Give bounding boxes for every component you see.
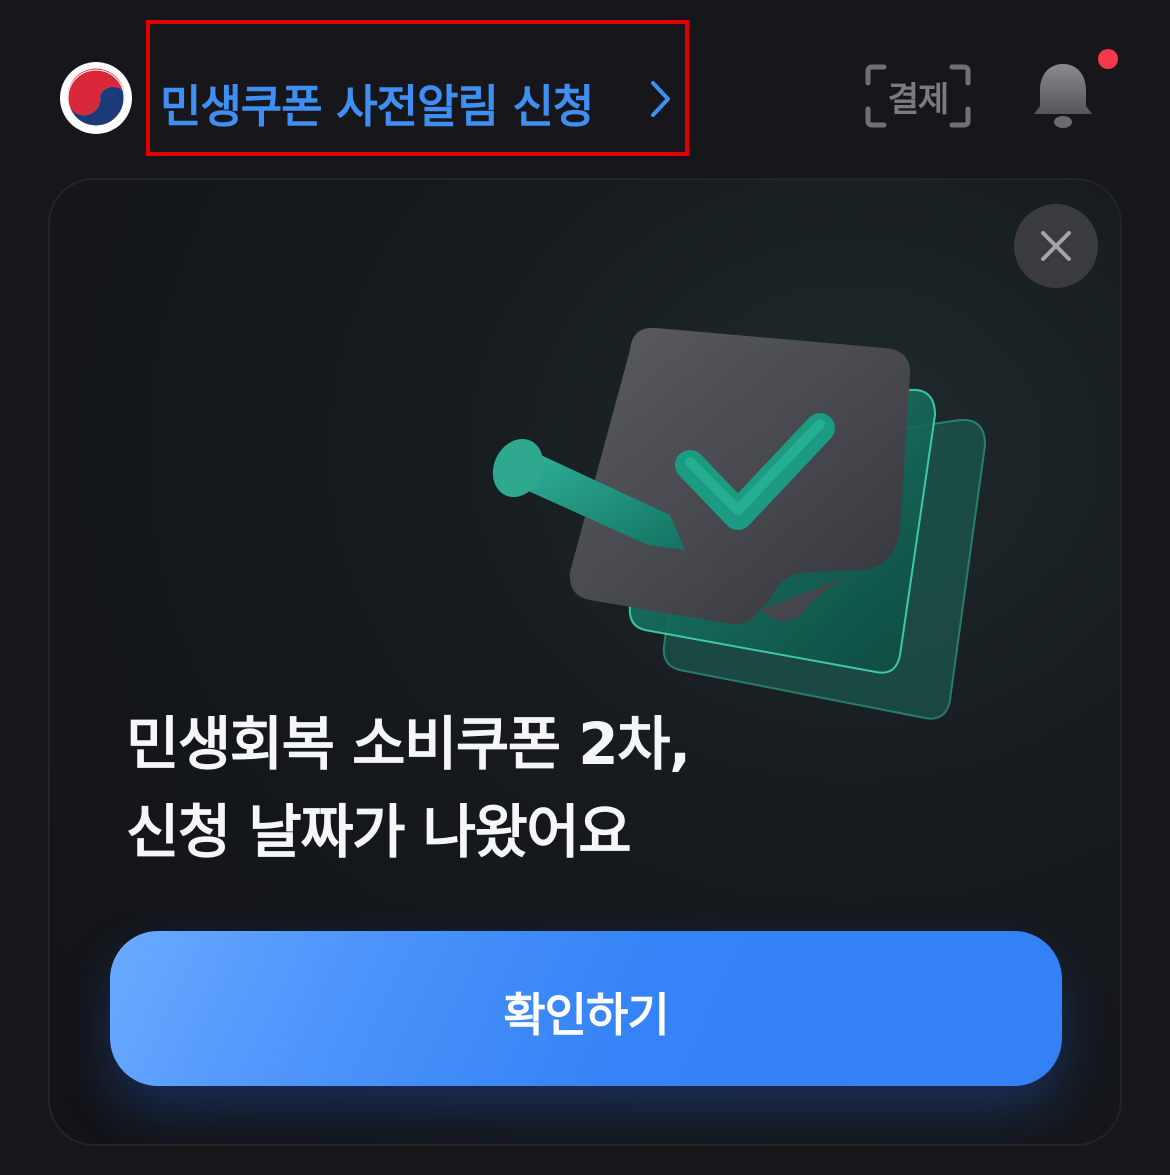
close-button[interactable] (1014, 204, 1098, 288)
coupon-announcement-modal: 민생회복 소비쿠폰 2차, 신청 날짜가 나왔어요 확인하기 (48, 178, 1122, 1146)
bell-icon (1034, 64, 1092, 128)
pay-scan-button[interactable]: 결제 (864, 63, 972, 129)
top-bar: 민생쿠폰 사전알림 신청 결제 (0, 0, 1170, 175)
confirm-button[interactable]: 확인하기 (110, 931, 1062, 1086)
notification-bell-button[interactable] (1030, 49, 1118, 134)
chevron-right-icon (651, 81, 670, 117)
close-icon (1041, 231, 1071, 261)
pay-label: 결제 (887, 80, 950, 120)
pre-notification-link-label: 민생쿠폰 사전알림 신청 (160, 80, 594, 133)
korea-government-logo-icon[interactable] (60, 62, 132, 134)
modal-title-line-1: 민생회복 소비쿠폰 2차, (126, 710, 691, 778)
pre-notification-apply-link[interactable]: 민생쿠폰 사전알림 신청 (146, 20, 689, 156)
notification-unread-dot (1098, 49, 1118, 69)
modal-title: 민생회복 소비쿠폰 2차, 신청 날짜가 나왔어요 (126, 700, 691, 876)
confirm-button-label: 확인하기 (503, 988, 669, 1042)
checklist-illustration (492, 327, 987, 720)
modal-title-line-2: 신청 날짜가 나왔어요 (126, 798, 632, 866)
